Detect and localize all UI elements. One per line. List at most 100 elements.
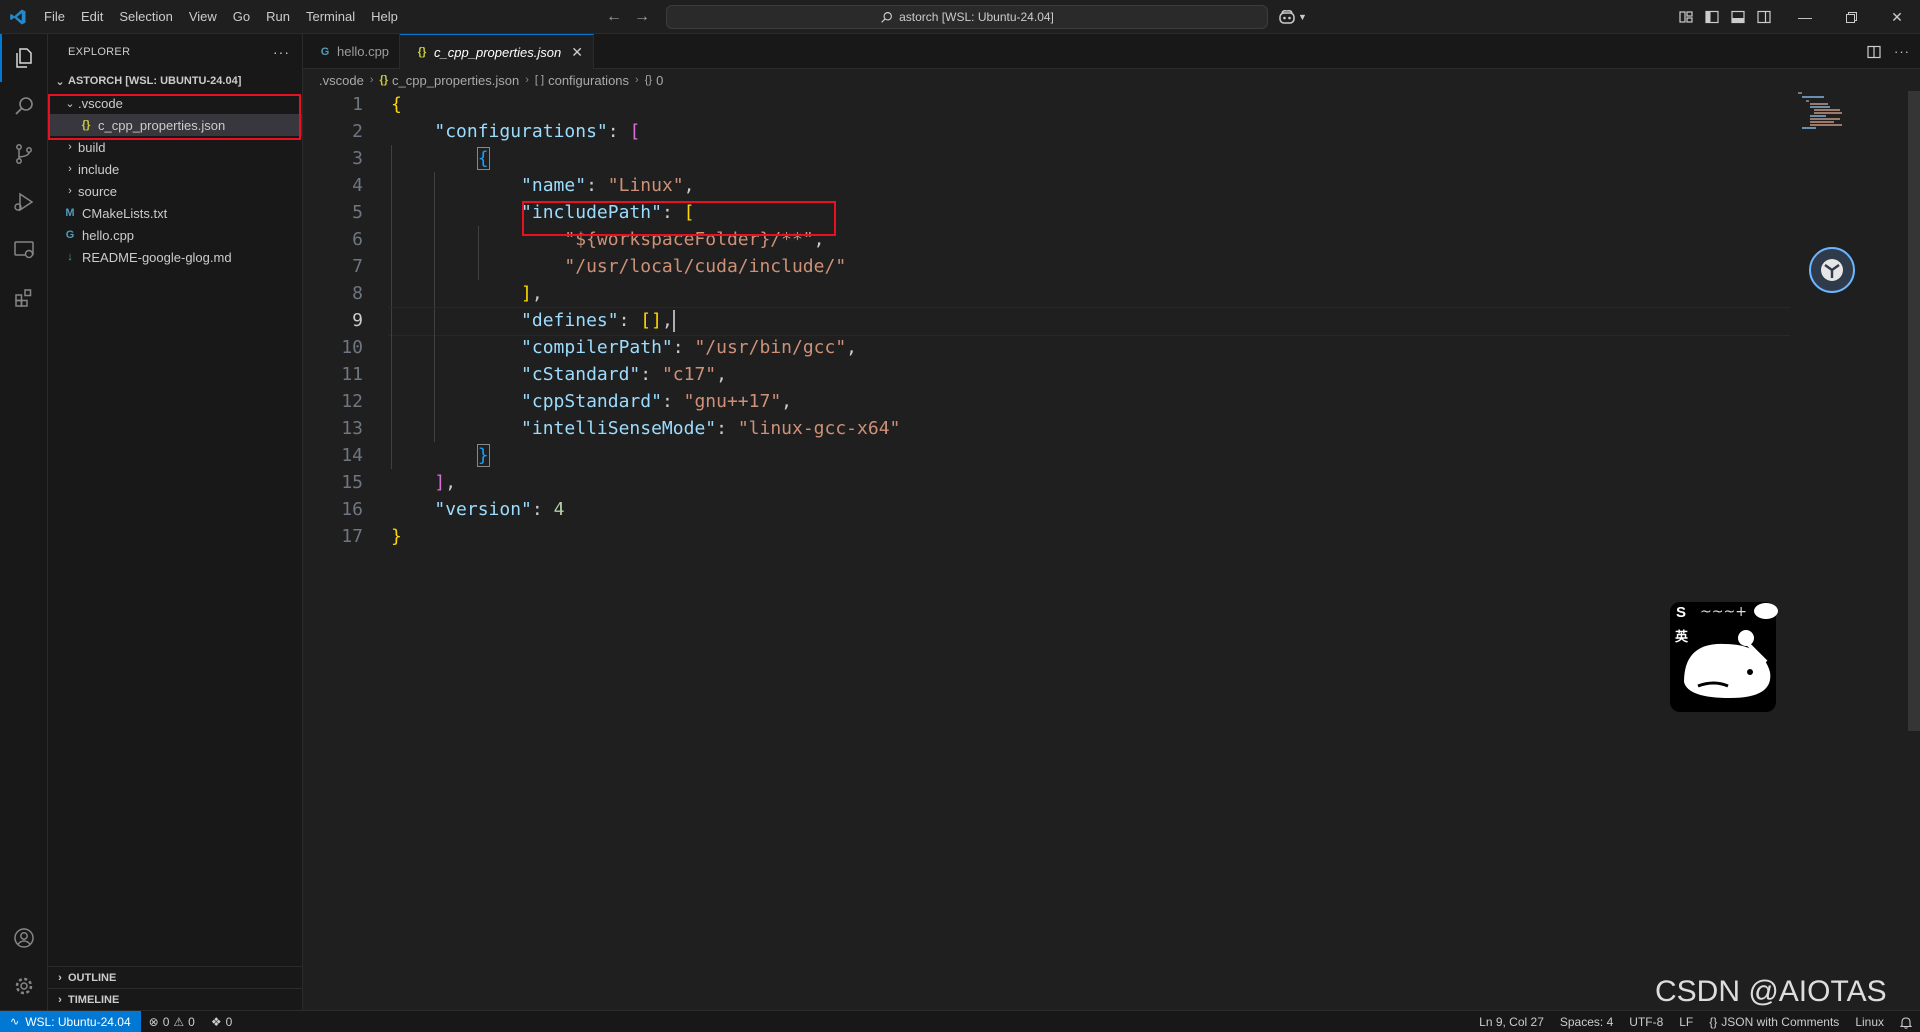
assistant-float-button[interactable] bbox=[1809, 247, 1855, 293]
tree-item-cmakelists[interactable]: M CMakeLists.txt bbox=[48, 202, 302, 224]
tree-item-label: include bbox=[78, 161, 120, 177]
source-control-icon[interactable] bbox=[0, 130, 48, 178]
manage-gear-icon[interactable] bbox=[0, 962, 48, 1010]
code-text: "name": "Linux", bbox=[521, 175, 695, 196]
remote-explorer-icon[interactable] bbox=[0, 226, 48, 274]
problems-indicator[interactable]: ⊗ 0 ⚠ 0 bbox=[141, 1015, 203, 1029]
code-line: 12 "cppStandard": "gnu++17", bbox=[303, 388, 1920, 415]
line-number: 14 bbox=[341, 445, 363, 466]
remote-indicator[interactable]: ∿ WSL: Ubuntu-24.04 bbox=[0, 1010, 141, 1032]
notifications-bell-icon[interactable] bbox=[1892, 1016, 1920, 1029]
minimize-icon[interactable]: — bbox=[1782, 0, 1828, 34]
breadcrumb-item[interactable]: 0 bbox=[656, 73, 663, 88]
menu-run[interactable]: Run bbox=[258, 0, 298, 34]
layout-controls bbox=[1678, 0, 1772, 34]
vertical-scrollbar[interactable] bbox=[1906, 91, 1920, 1010]
language-mode[interactable]: {} JSON with Comments bbox=[1701, 1015, 1847, 1029]
code-line: 6 "${workspaceFolder}/**", bbox=[303, 226, 1920, 253]
code-line: 5 "includePath": [ bbox=[303, 199, 1920, 226]
search-icon[interactable] bbox=[0, 82, 48, 130]
toggle-secondary-sidebar-icon[interactable] bbox=[1756, 9, 1772, 25]
restore-icon[interactable] bbox=[1828, 0, 1874, 34]
accounts-icon[interactable] bbox=[0, 914, 48, 962]
tree-item-label: c_cpp_properties.json bbox=[98, 117, 226, 133]
run-and-debug-icon[interactable] bbox=[0, 178, 48, 226]
menu-go[interactable]: Go bbox=[225, 0, 258, 34]
end-of-line[interactable]: LF bbox=[1671, 1015, 1701, 1029]
close-window-icon[interactable]: ✕ bbox=[1874, 0, 1920, 34]
command-center-text: astorch [WSL: Ubuntu-24.04] bbox=[899, 10, 1054, 24]
toggle-primary-sidebar-icon[interactable] bbox=[1704, 9, 1720, 25]
platform[interactable]: Linux bbox=[1847, 1015, 1892, 1029]
vscode-logo-icon[interactable] bbox=[0, 0, 36, 34]
menu-edit[interactable]: Edit bbox=[73, 0, 111, 34]
tree-item-include-folder[interactable]: › include bbox=[48, 158, 302, 180]
tree-item-source-folder[interactable]: › source bbox=[48, 180, 302, 202]
more-actions-icon[interactable]: ··· bbox=[273, 44, 290, 60]
sidebar-header: EXPLORER ··· bbox=[48, 34, 302, 70]
extensions-icon[interactable] bbox=[0, 274, 48, 322]
line-number: 6 bbox=[352, 229, 363, 250]
ports-count: 0 bbox=[225, 1014, 233, 1029]
chevron-down-icon: ▼ bbox=[1298, 12, 1307, 22]
ports-indicator[interactable]: ❖ 0 bbox=[203, 1015, 240, 1029]
tab-hello-cpp[interactable]: G hello.cpp bbox=[303, 34, 401, 69]
toggle-panel-icon[interactable] bbox=[1730, 9, 1746, 25]
cursor-position[interactable]: Ln 9, Col 27 bbox=[1471, 1015, 1552, 1029]
breadcrumb-item[interactable]: c_cpp_properties.json bbox=[392, 73, 519, 88]
tree-item-vscode-folder[interactable]: ⌄ .vscode bbox=[48, 92, 302, 114]
breadcrumb-item[interactable]: .vscode bbox=[319, 73, 364, 88]
command-center[interactable]: astorch [WSL: Ubuntu-24.04] bbox=[666, 5, 1268, 29]
close-icon[interactable]: ✕ bbox=[571, 44, 583, 61]
code-text: { bbox=[476, 147, 490, 170]
tab-c-cpp-properties[interactable]: {} c_cpp_properties.json ✕ bbox=[400, 34, 594, 69]
line-number: 7 bbox=[352, 256, 363, 277]
language-label: JSON with Comments bbox=[1721, 1015, 1840, 1029]
outline-section-header[interactable]: › OUTLINE bbox=[48, 966, 303, 988]
broadcast-icon: ❖ bbox=[210, 1014, 222, 1029]
minimap[interactable] bbox=[1798, 92, 1858, 132]
workspace-folder-header[interactable]: ⌄ ASTORCH [WSL: UBUNTU-24.04] bbox=[48, 70, 302, 92]
copilot-button[interactable]: ▼ bbox=[1278, 6, 1307, 28]
tree-item-readme[interactable]: ↓ README-google-glog.md bbox=[48, 246, 302, 268]
more-actions-icon[interactable]: ··· bbox=[1894, 44, 1910, 59]
json-file-icon: {} bbox=[417, 46, 427, 58]
menu-file[interactable]: File bbox=[36, 0, 73, 34]
code-text: } bbox=[391, 526, 402, 547]
tree-item-hello-cpp[interactable]: G hello.cpp bbox=[48, 224, 302, 246]
tree-item-c-cpp-properties[interactable]: {} c_cpp_properties.json bbox=[48, 114, 302, 136]
scroll-thumb[interactable] bbox=[1908, 91, 1920, 731]
code-line: 3 { bbox=[303, 145, 1920, 172]
code-editor[interactable]: 1{ 2 "configurations": [ 3 { 4 "name": "… bbox=[303, 91, 1920, 1010]
go-back-icon[interactable]: ← bbox=[606, 8, 622, 26]
code-text: { bbox=[391, 94, 402, 115]
customize-layout-icon[interactable] bbox=[1678, 9, 1694, 25]
go-forward-icon[interactable]: → bbox=[634, 8, 650, 26]
line-number: 1 bbox=[352, 94, 363, 115]
chevron-right-icon: › bbox=[68, 185, 72, 197]
code-text: "/usr/local/cuda/include/" bbox=[564, 256, 847, 277]
breadcrumb-item[interactable]: configurations bbox=[548, 73, 629, 88]
status-bar: ∿ WSL: Ubuntu-24.04 ⊗ 0 ⚠ 0 ❖ 0 Ln 9, Co… bbox=[0, 1010, 1920, 1032]
code-text: "${workspaceFolder}/**", bbox=[564, 229, 825, 250]
indentation[interactable]: Spaces: 4 bbox=[1552, 1015, 1621, 1029]
tree-item-label: hello.cpp bbox=[82, 227, 135, 243]
split-editor-icon[interactable] bbox=[1866, 44, 1882, 60]
timeline-section-header[interactable]: › TIMELINE bbox=[48, 988, 303, 1010]
encoding[interactable]: UTF-8 bbox=[1621, 1015, 1671, 1029]
chevron-right-icon: › bbox=[525, 74, 529, 86]
cpp-file-icon: G bbox=[320, 45, 330, 58]
menu-help[interactable]: Help bbox=[363, 0, 406, 34]
code-line: 17} bbox=[303, 523, 1920, 550]
code-text: } bbox=[476, 444, 490, 467]
svg-text:~~~+: ~~~+ bbox=[1700, 604, 1747, 620]
line-number: 5 bbox=[352, 202, 363, 223]
menu-terminal[interactable]: Terminal bbox=[298, 0, 363, 34]
menu-selection[interactable]: Selection bbox=[111, 0, 180, 34]
explorer-icon[interactable] bbox=[0, 34, 48, 82]
code-text: "defines": [], bbox=[521, 310, 675, 332]
line-number: 11 bbox=[341, 364, 363, 385]
menu-view[interactable]: View bbox=[181, 0, 225, 34]
tree-item-build-folder[interactable]: › build bbox=[48, 136, 302, 158]
line-number: 9 bbox=[352, 310, 363, 331]
